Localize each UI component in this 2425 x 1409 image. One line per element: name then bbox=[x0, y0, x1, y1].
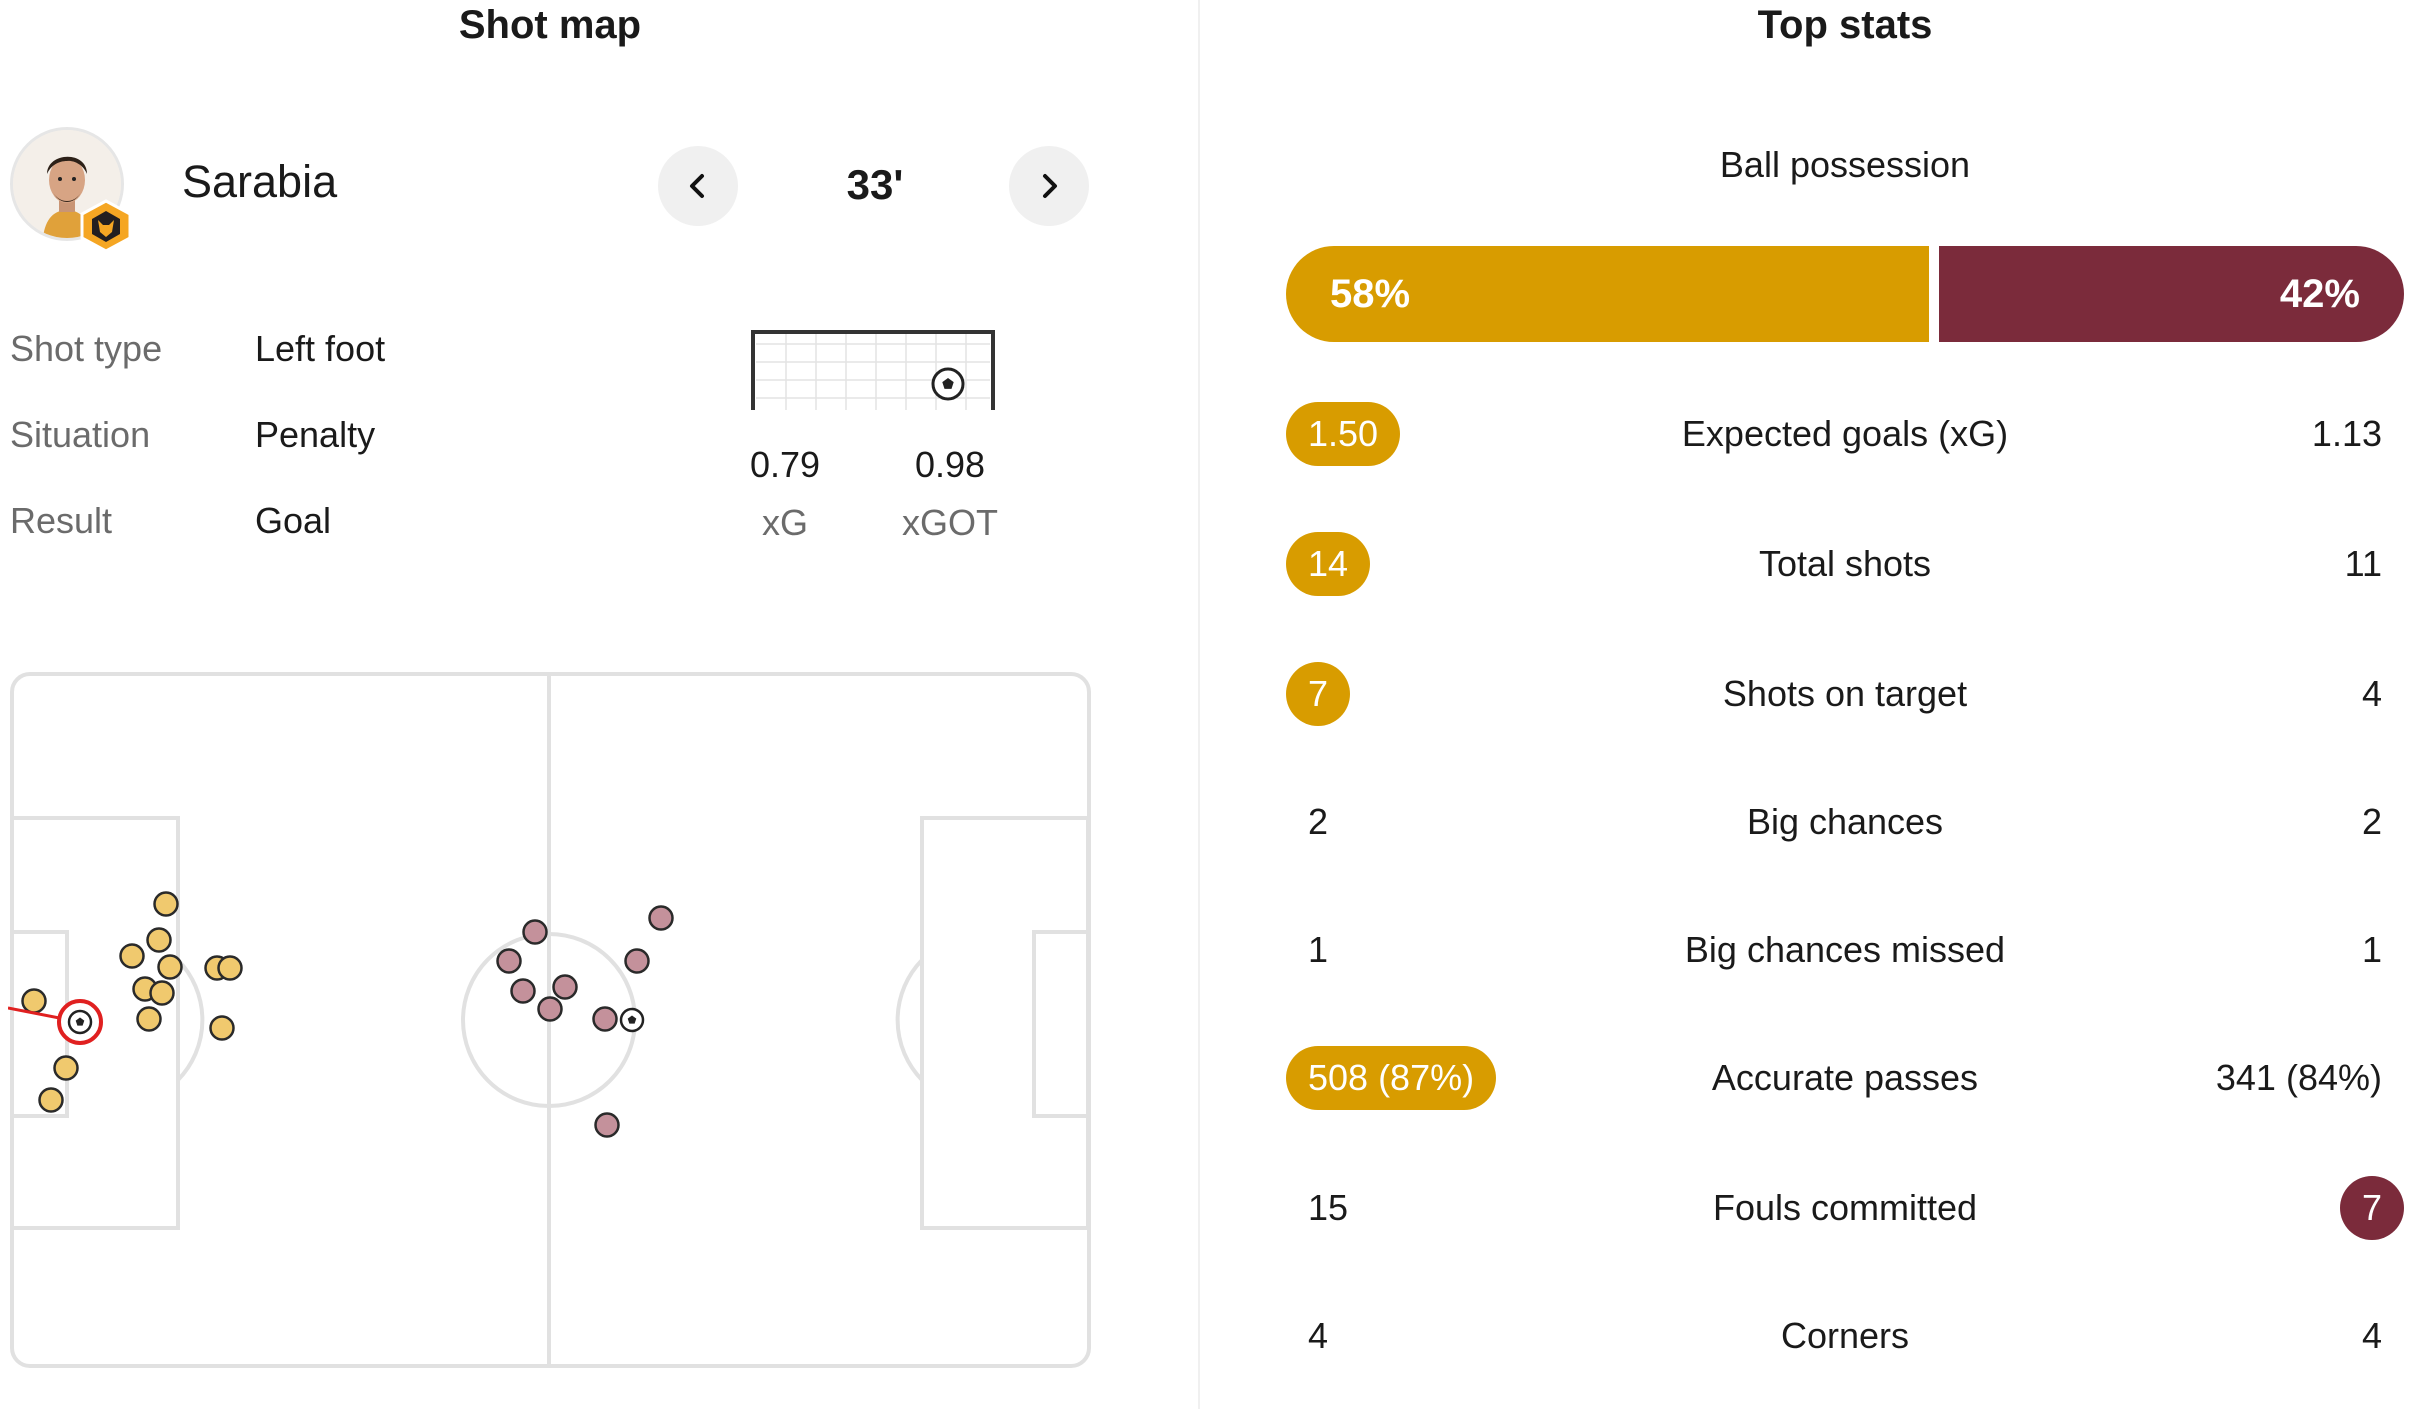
stat-row: 4 Corners 4 bbox=[1286, 1304, 2404, 1374]
top-stats-title: Top stats bbox=[1757, 3, 1933, 47]
goal-mouth-diagram bbox=[746, 326, 1000, 410]
player-name[interactable]: Sarabia bbox=[182, 152, 337, 212]
stat-label: Fouls committed bbox=[1712, 1187, 1978, 1228]
possession-away: 42% bbox=[1938, 246, 2404, 342]
shot-marker[interactable] bbox=[53, 1055, 79, 1081]
shot-marker[interactable] bbox=[552, 974, 578, 1000]
selected-shot-football-icon[interactable] bbox=[67, 1009, 93, 1035]
stat-label: Shots on target bbox=[1722, 673, 1968, 714]
stat-row: 1.50 Expected goals (xG) 1.13 bbox=[1286, 402, 2404, 472]
shot-marker[interactable] bbox=[592, 1006, 618, 1032]
stat-away-value: 11 bbox=[2344, 543, 2382, 584]
shot-type-label: Shot type bbox=[10, 328, 163, 369]
top-stats-panel: Top stats Ball possession 58% 42% 1.50 Ex… bbox=[1200, 0, 2425, 1409]
shot-marker[interactable] bbox=[38, 1087, 64, 1113]
stat-row: 14 Total shots 11 bbox=[1286, 532, 2404, 602]
possession-bar: 58% 42% bbox=[1286, 246, 2404, 342]
xgot-label: xGOT bbox=[902, 502, 998, 543]
shot-markers bbox=[8, 891, 674, 1138]
shot-map-pitch[interactable] bbox=[8, 670, 1093, 1370]
stat-row: 1 Big chances missed 1 bbox=[1286, 918, 2404, 988]
shot-marker[interactable] bbox=[149, 980, 175, 1006]
stat-away-value: 1.13 bbox=[2311, 413, 2382, 454]
shot-marker[interactable] bbox=[648, 905, 674, 931]
away-goal-football-icon[interactable] bbox=[619, 1007, 645, 1033]
shot-type-value: Left foot bbox=[255, 328, 386, 369]
xg-value: 0.79 bbox=[749, 444, 821, 485]
stat-row: 15 Fouls committed 7 bbox=[1286, 1176, 2404, 1246]
stat-home-value: 14 bbox=[1286, 532, 1371, 596]
football-icon bbox=[931, 367, 965, 401]
shot-marker[interactable] bbox=[496, 948, 522, 974]
shot-marker[interactable] bbox=[21, 988, 47, 1014]
chevron-left-icon bbox=[690, 174, 704, 198]
stat-label: Corners bbox=[1780, 1315, 1910, 1356]
chevron-right-icon bbox=[1043, 174, 1057, 198]
shot-marker[interactable] bbox=[522, 919, 548, 945]
stat-row: 508 (87%) Accurate passes 341 (84%) bbox=[1286, 1046, 2404, 1116]
stat-away-value: 4 bbox=[2361, 1315, 2382, 1356]
shot-marker[interactable] bbox=[594, 1112, 620, 1138]
xg-label: xG bbox=[761, 502, 808, 543]
stat-label: Total shots bbox=[1758, 543, 1932, 584]
stat-home-value: 508 (87%) bbox=[1286, 1046, 1497, 1110]
stat-away-value: 2 bbox=[2361, 801, 2382, 842]
situation-label: Situation bbox=[10, 414, 151, 455]
stat-away-value: 7 bbox=[2340, 1176, 2404, 1240]
stat-label: Big chances bbox=[1746, 801, 1944, 842]
result-label: Result bbox=[10, 500, 113, 541]
stat-row: 7 Shots on target 4 bbox=[1286, 662, 2404, 732]
stat-home-value: 7 bbox=[1286, 662, 1350, 726]
shot-marker[interactable] bbox=[624, 948, 650, 974]
stat-home-value: 1 bbox=[1308, 929, 1329, 970]
shot-marker[interactable] bbox=[510, 978, 536, 1004]
stat-row: 2 Big chances 2 bbox=[1286, 790, 2404, 860]
stat-away-value: 4 bbox=[2361, 673, 2382, 714]
next-shot-button[interactable] bbox=[1009, 146, 1089, 226]
shot-marker[interactable] bbox=[537, 996, 563, 1022]
shot-minute: 33' bbox=[846, 161, 904, 208]
xgot-value: 0.98 bbox=[914, 444, 986, 485]
stat-home-value: 15 bbox=[1308, 1187, 1349, 1228]
shot-marker[interactable] bbox=[119, 943, 145, 969]
stat-home-value: 1.50 bbox=[1286, 402, 1401, 466]
shot-marker[interactable] bbox=[157, 954, 183, 980]
shot-marker[interactable] bbox=[209, 1015, 235, 1041]
shot-marker[interactable] bbox=[217, 955, 243, 981]
stat-label: Expected goals (xG) bbox=[1681, 413, 2009, 454]
shot-map-title: Shot map bbox=[458, 3, 642, 47]
match-stats-screen: Shot map Sarabia 33' Shot type Left foot… bbox=[0, 0, 2425, 1409]
stat-home-value: 2 bbox=[1308, 801, 1329, 842]
shot-marker[interactable] bbox=[153, 891, 179, 917]
shot-map-panel: Shot map Sarabia 33' Shot type Left foot… bbox=[0, 0, 1198, 1409]
stat-away-value: 1 bbox=[2361, 929, 2382, 970]
stat-away-value: 341 (84%) bbox=[2215, 1057, 2382, 1098]
stat-home-value: 4 bbox=[1308, 1315, 1329, 1356]
result-value: Goal bbox=[255, 500, 332, 541]
previous-shot-button[interactable] bbox=[658, 146, 738, 226]
shot-marker[interactable] bbox=[146, 927, 172, 953]
shot-marker[interactable] bbox=[136, 1006, 162, 1032]
stat-label: Big chances missed bbox=[1684, 929, 2006, 970]
situation-value: Penalty bbox=[255, 414, 376, 455]
wolf-crest-icon bbox=[78, 198, 134, 254]
possession-label: Ball possession bbox=[1719, 144, 1971, 185]
possession-home: 58% bbox=[1286, 246, 1929, 342]
